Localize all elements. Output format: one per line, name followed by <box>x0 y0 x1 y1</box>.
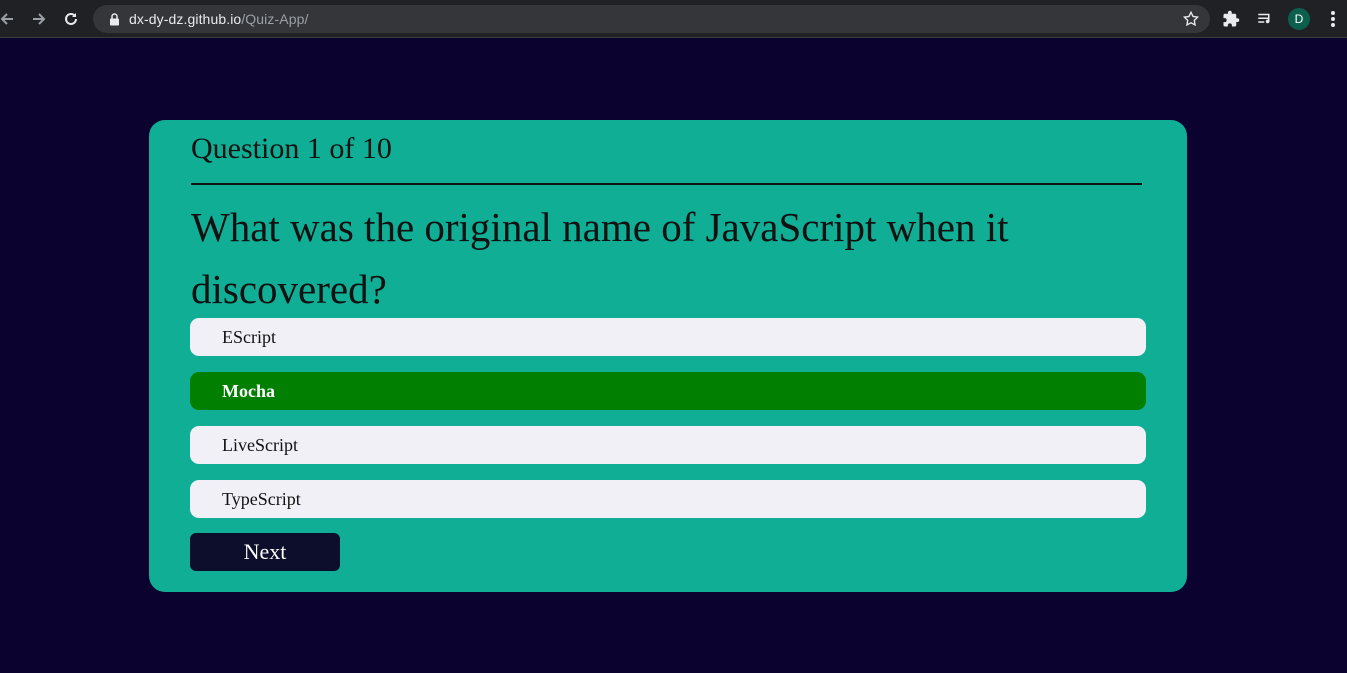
option-mocha[interactable]: Mocha <box>190 372 1146 410</box>
option-escript[interactable]: EScript <box>190 318 1146 356</box>
option-label: Mocha <box>222 380 275 401</box>
profile-avatar[interactable]: D <box>1286 6 1312 32</box>
menu-dots-icon[interactable] <box>1320 6 1346 32</box>
option-label: TypeScript <box>222 488 301 509</box>
option-typescript[interactable]: TypeScript <box>190 480 1146 518</box>
forward-arrow-icon <box>33 13 46 25</box>
option-livescript[interactable]: LiveScript <box>190 426 1146 464</box>
option-label: LiveScript <box>222 434 298 455</box>
divider <box>191 183 1142 185</box>
reload-button[interactable] <box>56 4 86 34</box>
address-bar[interactable]: dx-dy-dz.github.io/Quiz-App/ <box>93 5 1210 33</box>
back-arrow-icon <box>0 13 13 25</box>
browser-toolbar: dx-dy-dz.github.io/Quiz-App/ D <box>0 0 1347 38</box>
url-host: dx-dy-dz.github.io <box>129 11 242 27</box>
lock-icon <box>107 12 121 26</box>
media-queue-icon[interactable] <box>1252 6 1278 32</box>
next-button[interactable]: Next <box>190 533 340 571</box>
url-text: dx-dy-dz.github.io/Quiz-App/ <box>129 11 308 27</box>
quiz-card: Question 1 of 10 What was the original n… <box>149 120 1187 592</box>
reload-icon <box>65 12 77 25</box>
question-text: What was the original name of JavaScript… <box>191 204 1009 312</box>
question-counter: Question 1 of 10 <box>191 132 392 165</box>
star-icon[interactable] <box>1182 10 1200 28</box>
back-button[interactable] <box>0 4 22 34</box>
option-label: EScript <box>222 326 276 347</box>
avatar: D <box>1288 8 1310 30</box>
extensions-icon[interactable] <box>1218 6 1244 32</box>
forward-button[interactable] <box>24 4 54 34</box>
url-path: /Quiz-App/ <box>241 11 309 27</box>
